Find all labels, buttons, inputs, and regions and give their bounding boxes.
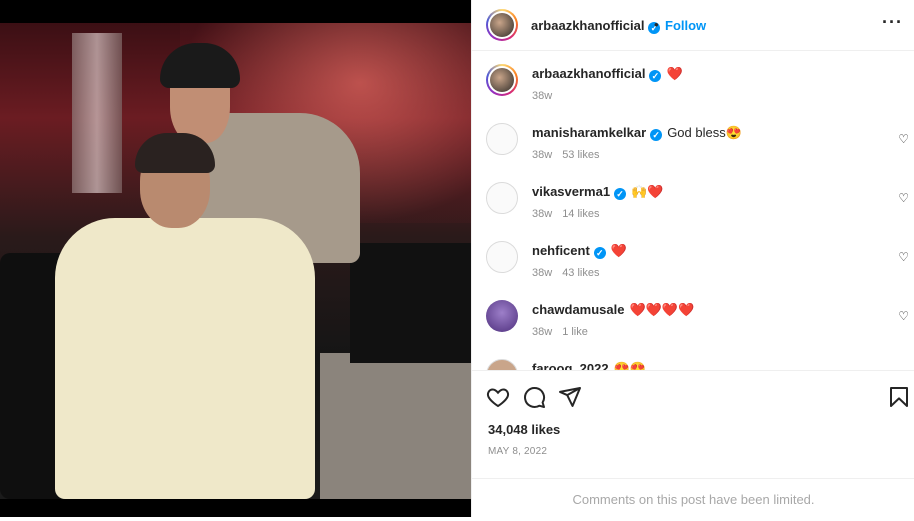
comment-item: farooq_2022 😍😍 xyxy=(472,346,914,370)
post-sidebar: arbaazkhanofficial ✓ • Follow ··· arbaazk… xyxy=(471,0,914,517)
comment-icon[interactable] xyxy=(522,385,546,409)
comment-likes[interactable]: 1 like xyxy=(562,326,588,338)
post-header: arbaazkhanofficial ✓ • Follow ··· xyxy=(472,0,914,51)
comment-like-icon[interactable]: ♡ xyxy=(898,132,909,146)
commenter-avatar[interactable] xyxy=(486,123,518,155)
more-options-icon[interactable]: ··· xyxy=(882,12,903,33)
caption-username[interactable]: arbaazkhanofficial ✓ xyxy=(532,66,662,82)
commenter-avatar[interactable] xyxy=(486,182,518,214)
caption-text: ❤️ xyxy=(666,66,683,81)
verified-icon: ✓ xyxy=(614,188,627,200)
post-photo[interactable] xyxy=(0,23,471,499)
verified-icon: ✓ xyxy=(593,247,606,259)
verified-icon: ✓ xyxy=(650,129,663,141)
commenter-avatar[interactable] xyxy=(486,359,518,370)
paper-plane-icon[interactable] xyxy=(558,385,582,409)
comment-like-icon[interactable]: ♡ xyxy=(898,250,909,264)
comment-like-icon[interactable]: ♡ xyxy=(898,309,909,323)
caption-avatar[interactable] xyxy=(486,64,518,96)
comment-like-icon[interactable]: ♡ xyxy=(898,191,909,205)
comment-text: 🙌❤️ xyxy=(631,184,664,199)
caption-time[interactable]: 38w xyxy=(532,90,552,102)
comment-item: nehficent ✓ ❤️ 38w 43 likes ♡ xyxy=(472,228,914,287)
comment-text: 😍😍 xyxy=(613,361,646,370)
comment-username[interactable]: farooq_2022 xyxy=(532,361,609,370)
comment-username[interactable]: chawdamusale xyxy=(532,302,625,317)
post-date[interactable]: MAY 8, 2022 xyxy=(488,446,547,457)
comment-text: God bless😍 xyxy=(667,125,742,140)
follow-button[interactable]: Follow xyxy=(665,18,706,33)
bookmark-icon[interactable] xyxy=(887,385,911,409)
post-actions: 34,048 likes MAY 8, 2022 xyxy=(472,370,914,479)
photo-woman xyxy=(55,133,315,499)
likes-count[interactable]: 34,048 likes xyxy=(488,422,560,437)
commenter-avatar[interactable] xyxy=(486,300,518,332)
comments-limited-notice: Comments on this post have been limited. xyxy=(472,478,914,518)
comment-item: chawdamusale ❤️❤️❤️❤️ 38w 1 like ♡ xyxy=(472,287,914,346)
heart-icon[interactable] xyxy=(486,385,510,409)
comments-list[interactable]: arbaazkhanofficial ✓ ❤️ 38w manisharamkelk… xyxy=(472,51,914,370)
comment-username[interactable]: manisharamkelkar ✓ xyxy=(532,125,663,141)
comment-text: ❤️❤️❤️❤️ xyxy=(629,302,695,317)
caption: arbaazkhanofficial ✓ ❤️ 38w xyxy=(472,51,914,110)
verified-icon: ✓ xyxy=(649,70,662,82)
comment-time[interactable]: 38w xyxy=(532,267,552,279)
author-username[interactable]: arbaazkhanofficial ✓ xyxy=(531,18,661,34)
author-avatar[interactable] xyxy=(486,9,518,41)
comment-username[interactable]: nehficent ✓ xyxy=(532,243,606,259)
comment-time[interactable]: 38w xyxy=(532,149,552,161)
comment-likes[interactable]: 53 likes xyxy=(562,149,599,161)
comment-item: manisharamkelkar ✓ God bless😍 38w 53 likes … xyxy=(472,110,914,169)
comment-username[interactable]: vikasverma1 ✓ xyxy=(532,184,627,200)
comment-text: ❤️ xyxy=(610,243,627,258)
comment-likes[interactable]: 43 likes xyxy=(562,267,599,279)
separator: • xyxy=(654,17,659,32)
comment-item: vikasverma1 ✓ 🙌❤️ 38w 14 likes ♡ xyxy=(472,169,914,228)
media-panel xyxy=(0,0,471,517)
comment-time[interactable]: 38w xyxy=(532,326,552,338)
comment-likes[interactable]: 14 likes xyxy=(562,208,599,220)
commenter-avatar[interactable] xyxy=(486,241,518,273)
comment-time[interactable]: 38w xyxy=(532,208,552,220)
